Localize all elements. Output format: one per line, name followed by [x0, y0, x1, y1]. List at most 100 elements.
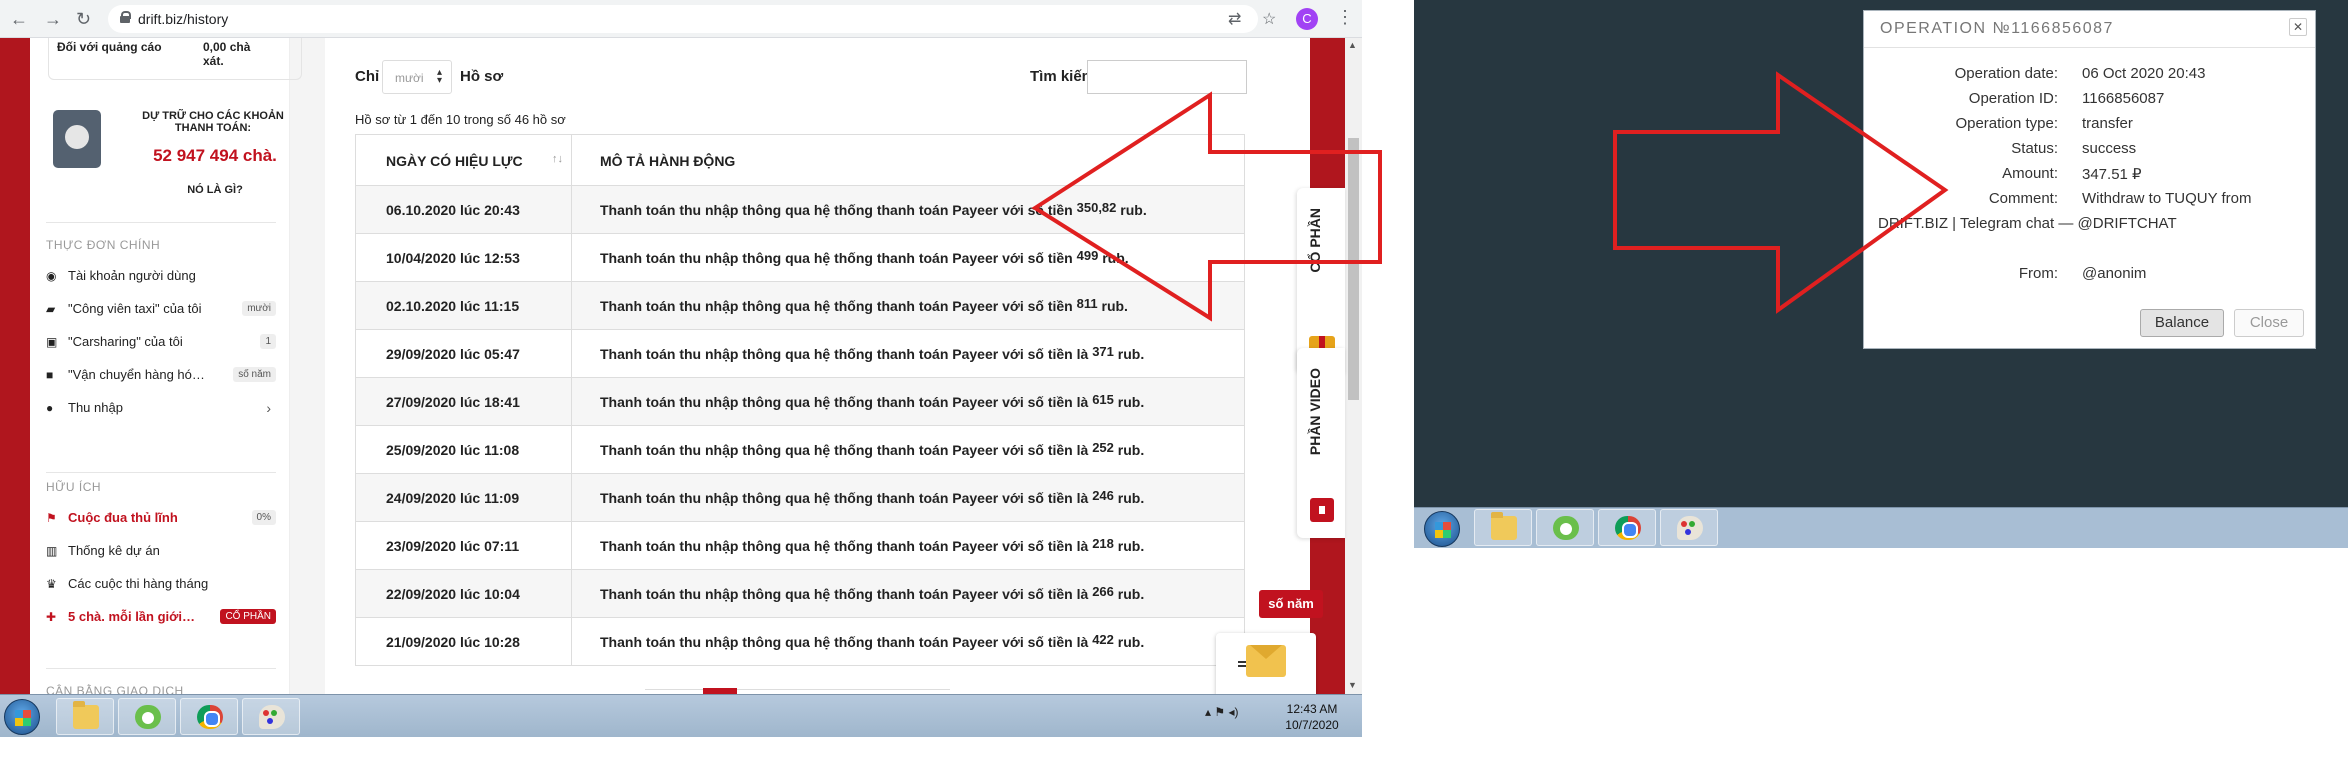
close-button[interactable]: Close	[2234, 309, 2304, 337]
app-icon	[135, 705, 161, 729]
sidebar-item-taxi-park[interactable]: ▰ "Công viên taxi" của tôi mười	[46, 299, 276, 321]
table-row: 27/09/2020 lúc 18:41 Thanh toán thu nhập …	[355, 378, 1245, 426]
sidebar-item-monthly-contests[interactable]: ♛ Các cuộc thi hàng tháng	[46, 574, 276, 596]
taskbar-chrome[interactable]	[180, 698, 238, 735]
scroll-down-icon[interactable]: ▼	[1348, 680, 1357, 690]
taskbar-paint[interactable]	[242, 698, 300, 735]
star-icon[interactable]: ☆	[1262, 9, 1276, 29]
table-row: 22/09/2020 lúc 10:04 Thanh toán thu nhập …	[355, 570, 1245, 618]
row-text: Thanh toán thu nhập thông qua hệ thống t…	[600, 538, 1089, 554]
sidebar-item-leader-race[interactable]: ⚑ Cuộc đua thủ lĩnh 0%	[46, 508, 276, 530]
page-length-select[interactable]: mười ▴ ▾	[382, 60, 452, 94]
sidebar-item-label: Cuộc đua thủ lĩnh	[68, 510, 178, 525]
arrow-left-annotation	[1031, 91, 1382, 322]
balance-button[interactable]: Balance	[2140, 309, 2224, 337]
chrome-icon	[197, 705, 223, 729]
trophy-icon: ♛	[46, 577, 57, 591]
sidebar-item-label: 5 chà. mỗi lần giới…	[68, 609, 195, 624]
count-badge: số năm	[233, 367, 276, 382]
divider	[46, 472, 276, 473]
taskbar	[1414, 507, 2348, 548]
sidebar-item-label: "Vận chuyển hàng hó…	[68, 367, 205, 382]
table-row: 21/09/2020 lúc 10:28 Thanh toán thu nhập …	[355, 618, 1245, 666]
forward-icon[interactable]: →	[44, 9, 62, 30]
select-arrows-icon: ▴ ▾	[436, 67, 442, 86]
video-side-tab[interactable]: PHẦN VIDEO	[1297, 348, 1345, 538]
row-date: 21/09/2020 lúc 10:28	[386, 634, 520, 650]
row-amount: 615	[1092, 392, 1114, 407]
count-badge: 1	[260, 334, 276, 349]
close-icon[interactable]: ✕	[2289, 18, 2307, 36]
column-header-date[interactable]: NGÀY CÓ HIỆU LỰC	[386, 153, 523, 169]
taskbar-app[interactable]	[1536, 509, 1594, 546]
sidebar-item-carsharing[interactable]: ▣ "Carsharing" của tôi 1	[46, 332, 276, 354]
ad-balance-value: 0,00 chà xát.	[203, 40, 251, 68]
row-date: 10/04/2020 lúc 12:53	[386, 250, 520, 266]
envelope-icon	[1246, 645, 1286, 677]
composite-screenshot: ← → ↻ drift.biz/history ⇄ ☆ C ⋮ Đối với …	[0, 0, 2348, 768]
sidebar-item-income[interactable]: ● Thu nhập ›	[46, 398, 276, 420]
ad-balance-box: Đối với quảng cáo 0,00 chà xát.	[48, 38, 302, 80]
video-icon	[1310, 498, 1334, 522]
car-key-icon: ▣	[46, 335, 58, 349]
menu-lines-icon	[1238, 661, 1246, 667]
money-bag-icon: ●	[46, 401, 54, 415]
safe-icon	[53, 110, 101, 168]
row-date: 06.10.2020 lúc 20:43	[386, 202, 520, 218]
table-row: 24/09/2020 lúc 11:09 Thanh toán thu nhập …	[355, 474, 1245, 522]
address-bar[interactable]: drift.biz/history	[108, 5, 1258, 33]
sort-icon[interactable]: ↑↓	[552, 153, 563, 165]
start-button[interactable]	[4, 699, 40, 735]
sidebar-item-label: Thống kê dự án	[68, 543, 160, 558]
system-tray[interactable]: ▴ ⚑ ◂)	[1205, 705, 1238, 719]
back-icon[interactable]: ←	[10, 9, 28, 30]
row-text: Thanh toán thu nhập thông qua hệ thống t…	[600, 586, 1089, 602]
sidebar-item-project-stats[interactable]: ▥ Thống kê dự án	[46, 541, 276, 563]
taskbar-paint[interactable]	[1660, 509, 1718, 546]
video-tab-label: PHẦN VIDEO	[1307, 368, 1323, 456]
profile-avatar[interactable]: C	[1296, 8, 1318, 30]
reload-icon[interactable]: ↻	[76, 9, 91, 30]
taskbar-chrome[interactable]	[1598, 509, 1656, 546]
menu-icon[interactable]: ⋮	[1336, 7, 1354, 28]
row-date: 23/09/2020 lúc 07:11	[386, 538, 520, 554]
row-text: Thanh toán thu nhập thông qua hệ thống t…	[600, 298, 1073, 314]
row-date: 29/09/2020 lúc 05:47	[386, 346, 520, 362]
row-date: 25/09/2020 lúc 11:08	[386, 442, 520, 458]
sidebar-item-referral-bonus[interactable]: ✚ 5 chà. mỗi lần giới… CỔ PHẦN	[46, 607, 276, 629]
row-amount: 371	[1092, 344, 1114, 359]
main-menu-title: THỰC ĐƠN CHÍNH	[46, 238, 161, 252]
arrow-right-annotation	[1613, 71, 1949, 314]
taskbar-app[interactable]	[118, 698, 176, 735]
row-date: 27/09/2020 lúc 18:41	[386, 394, 520, 410]
translate-icon[interactable]: ⇄	[1228, 9, 1241, 29]
comment-value: Withdraw to TUQUY from	[2082, 190, 2252, 207]
useful-title: HỮU ÍCH	[46, 480, 102, 494]
taskbar-explorer[interactable]	[56, 698, 114, 735]
paint-icon	[1677, 516, 1703, 540]
reserve-info-link[interactable]: NÓ LÀ GÌ?	[130, 184, 300, 196]
taskbar-explorer[interactable]	[1474, 509, 1532, 546]
chrome-icon	[1615, 516, 1641, 540]
column-header-description[interactable]: MÔ TẢ HÀNH ĐỘNG	[600, 153, 735, 169]
sidebar-item-user-account[interactable]: ◉ Tài khoản người dùng	[46, 266, 276, 288]
ad-balance-label: Đối với quảng cáo	[57, 40, 162, 54]
reserve-title: DỰ TRỮ CHO CÁC KHOẢN THANH TOÁN:	[142, 110, 284, 134]
column-divider	[571, 135, 572, 185]
row-text: Thanh toán thu nhập thông qua hệ thống t…	[600, 202, 1073, 218]
scroll-up-icon[interactable]: ▲	[1348, 40, 1357, 50]
lock-icon	[120, 11, 131, 23]
clock-time[interactable]: 12:43 AM	[1282, 702, 1342, 716]
row-description: Thanh toán thu nhập thông qua hệ thống t…	[600, 440, 1144, 458]
divider	[46, 668, 276, 669]
start-button[interactable]	[1424, 511, 1460, 547]
clock-date[interactable]: 10/7/2020	[1282, 718, 1342, 732]
chevron-right-icon: ›	[266, 400, 271, 416]
row-text: Thanh toán thu nhập thông qua hệ thống t…	[600, 346, 1089, 362]
row-text: Thanh toán thu nhập thông qua hệ thống t…	[600, 634, 1089, 650]
chat-badge[interactable]: số năm	[1259, 590, 1323, 618]
reserve-value: 52 947 494 chà.	[153, 146, 277, 165]
search-input[interactable]	[1087, 60, 1247, 94]
sidebar-item-cargo[interactable]: ■ "Vận chuyển hàng hó… số năm	[46, 365, 276, 387]
row-text: Thanh toán thu nhập thông qua hệ thống t…	[600, 442, 1089, 458]
